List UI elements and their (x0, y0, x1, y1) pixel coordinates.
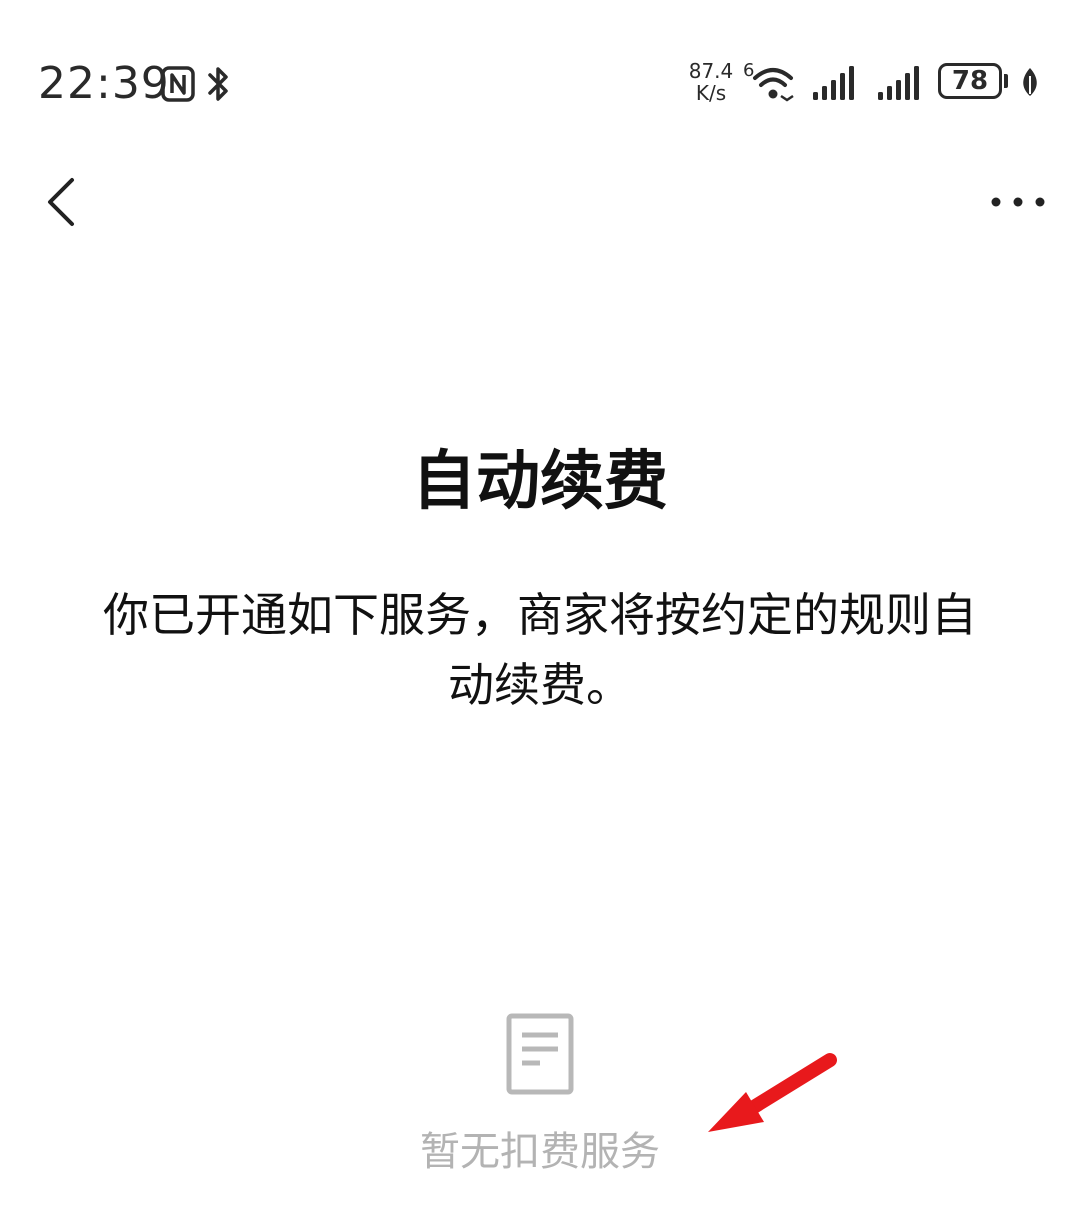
signal-icon (813, 66, 854, 100)
more-horizontal-icon (991, 197, 1045, 207)
signal-icon (878, 66, 919, 100)
document-icon (506, 1013, 574, 1095)
status-time: 22:39 (38, 58, 170, 109)
chevron-left-icon (48, 178, 74, 226)
empty-state-text: 暂无扣费服务 (420, 1129, 660, 1175)
wifi-badge: 6 (743, 60, 754, 81)
nfc-icon (161, 66, 195, 102)
leaf-icon (1023, 68, 1037, 96)
status-bar: 22:39 87.4 K/s 6 78 (0, 0, 1080, 160)
wifi-6-icon: 6 (743, 60, 794, 102)
more-button[interactable] (980, 180, 1056, 224)
red-arrow-icon (708, 1053, 837, 1132)
back-button[interactable] (30, 170, 94, 234)
battery-level: 78 (951, 66, 989, 96)
battery-tip (1004, 74, 1008, 88)
battery-icon: 78 (938, 63, 1002, 99)
network-speed-value: 87.4 (688, 59, 734, 83)
page-title: 自动续费 (412, 445, 668, 519)
auto-renewal-page: 22:39 87.4 K/s 6 78 自动续费 你已开通如下服务，商家将按约定… (0, 0, 1080, 1221)
bluetooth-icon (208, 67, 228, 101)
page-description: 你已开通如下服务，商家将按约定的规则自动续费。 (103, 588, 977, 712)
network-speed: 87.4 K/s (683, 60, 739, 104)
network-speed-unit: K/s (695, 81, 727, 105)
